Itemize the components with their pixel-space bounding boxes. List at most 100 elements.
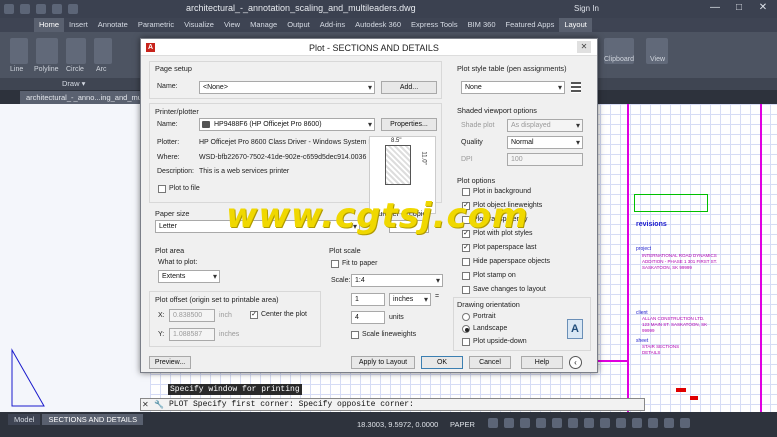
tab-annotate[interactable]: Annotate (93, 18, 133, 32)
printer-label: Printer/plotter (155, 107, 199, 116)
paper-space-toggle[interactable]: PAPER (450, 420, 475, 429)
collapse-options-icon[interactable]: ‹ (569, 356, 582, 369)
fit-to-paper-label: Fit to paper (342, 260, 378, 267)
landscape-radio[interactable] (462, 325, 470, 333)
lineweight-icon[interactable] (584, 418, 594, 428)
close-command-icon[interactable]: ✕ (142, 400, 149, 409)
tab-insert[interactable]: Insert (64, 18, 93, 32)
polyline-tool-label: Polyline (34, 66, 59, 73)
scale-unit-select[interactable]: inches (389, 293, 431, 306)
quality-select[interactable]: Normal (507, 136, 583, 149)
revisions-label: revisions (636, 221, 667, 228)
style-table-select[interactable]: None (461, 81, 565, 94)
command-line[interactable]: PLOT Specify first corner: Specify oppos… (140, 398, 645, 411)
paperspace-last-checkbox[interactable]: ✓ (462, 244, 470, 252)
ok-button[interactable]: OK (421, 356, 463, 369)
save-icon[interactable] (36, 4, 46, 14)
paper-size-label: Paper size (155, 209, 190, 218)
scale-inches-input[interactable]: 1 (351, 293, 385, 306)
center-plot-checkbox[interactable]: ✓ (250, 311, 258, 319)
close-window-button[interactable]: ✕ (752, 2, 774, 16)
project-label: project (636, 246, 652, 252)
polar-icon[interactable] (536, 418, 546, 428)
plot-background-checkbox[interactable] (462, 188, 470, 196)
client-text: ALLAN CONSTRUCTION LTD. 123 MAIN ST. SAS… (642, 316, 708, 333)
polyline-tool[interactable] (36, 38, 58, 64)
tab-manage[interactable]: Manage (245, 18, 282, 32)
line-tool[interactable] (10, 38, 28, 64)
grid-icon[interactable] (488, 418, 498, 428)
tab-parametric[interactable]: Parametric (133, 18, 179, 32)
tab-home[interactable]: Home (34, 18, 65, 32)
tab-visualize[interactable]: Visualize (179, 18, 219, 32)
tab-sections-and-details[interactable]: SECTIONS AND DETAILS (42, 414, 144, 425)
otrack-icon[interactable] (568, 418, 578, 428)
arc-tool[interactable] (94, 38, 112, 64)
add-page-setup-button[interactable]: Add... (381, 81, 437, 94)
offset-y-input[interactable]: 1.088587 (169, 328, 215, 341)
what-to-plot-select[interactable]: Extents (158, 270, 220, 283)
hardware-icon[interactable] (664, 418, 674, 428)
dpi-input[interactable]: 100 (507, 153, 583, 166)
shade-plot-select[interactable]: As displayed (507, 119, 583, 132)
hide-paperspace-checkbox[interactable] (462, 258, 470, 266)
sign-in-link[interactable]: Sign In (574, 4, 599, 13)
help-button[interactable]: Help (521, 356, 563, 369)
line-tool-label: Line (10, 66, 24, 73)
quick-access-toolbar[interactable] (4, 2, 124, 16)
isolate-icon[interactable] (648, 418, 658, 428)
circle-tool[interactable] (66, 38, 86, 64)
preview-button[interactable]: Preview... (149, 356, 191, 369)
tab-output[interactable]: Output (282, 18, 315, 32)
tab-model[interactable]: Model (8, 414, 41, 425)
tab-featured-apps[interactable]: Featured Apps (501, 18, 560, 32)
maximize-button[interactable]: □ (728, 2, 750, 16)
clean-screen-icon[interactable] (680, 418, 690, 428)
tab-bim360[interactable]: BIM 360 (463, 18, 501, 32)
edit-style-table-icon[interactable] (571, 82, 581, 93)
plot-options-label: Plot options (457, 176, 496, 185)
tab-view[interactable]: View (219, 18, 245, 32)
save-changes-checkbox[interactable] (462, 286, 470, 294)
osnap-icon[interactable] (552, 418, 562, 428)
paper-height-label: 11.0" (420, 151, 427, 165)
tab-autodesk360[interactable]: Autodesk 360 (350, 18, 406, 32)
ortho-icon[interactable] (520, 418, 530, 428)
redo-icon[interactable] (68, 4, 78, 14)
page-setup-name-label: Name: (157, 83, 178, 90)
scale-units-input[interactable]: 4 (351, 311, 385, 324)
open-icon[interactable] (20, 4, 30, 14)
plot-to-file-checkbox[interactable] (158, 185, 166, 193)
dialog-close-button[interactable]: ✕ (577, 41, 591, 53)
plotter-label: Plotter: (157, 139, 180, 146)
minimize-button[interactable]: — (704, 2, 726, 16)
snap-icon[interactable] (504, 418, 514, 428)
printer-properties-button[interactable]: Properties... (381, 118, 437, 131)
scale-lineweights-checkbox[interactable] (351, 331, 359, 339)
upside-down-checkbox[interactable] (462, 338, 470, 346)
document-tab[interactable]: architectural_-_anno...ing_and_mult... (20, 91, 158, 104)
tab-layout[interactable]: Layout (559, 18, 592, 32)
draw-panel-title[interactable]: Draw ▾ (62, 79, 85, 88)
command-history-line: Specify window for printing (168, 384, 302, 395)
tab-addins[interactable]: Add-ins (315, 18, 350, 32)
apply-to-layout-button[interactable]: Apply to Layout (351, 356, 415, 369)
fit-to-paper-checkbox[interactable] (331, 260, 339, 268)
page-setup-name-select[interactable]: <None> (199, 81, 375, 94)
annotation-icon[interactable] (632, 418, 642, 428)
portrait-radio[interactable] (462, 313, 470, 321)
scale-select[interactable]: 1:4 (351, 274, 443, 287)
dialog-title-bar[interactable]: A Plot - SECTIONS AND DETAILS ✕ (141, 39, 597, 56)
offset-x-input[interactable]: 0.838500 (169, 309, 215, 322)
printer-name-select[interactable]: HP9488F6 (HP Officejet Pro 8600) (199, 118, 375, 131)
new-icon[interactable] (4, 4, 14, 14)
tab-express-tools[interactable]: Express Tools (406, 18, 463, 32)
plot-stamp-checkbox[interactable] (462, 272, 470, 280)
workspace-icon[interactable] (616, 418, 626, 428)
transparency-icon[interactable] (600, 418, 610, 428)
customize-command-icon[interactable]: 🔧 (154, 400, 164, 409)
undo-icon[interactable] (52, 4, 62, 14)
offset-y-label: Y: (158, 331, 165, 338)
cancel-button[interactable]: Cancel (469, 356, 511, 369)
paperspace-last-label: Plot paperspace last (473, 244, 537, 251)
